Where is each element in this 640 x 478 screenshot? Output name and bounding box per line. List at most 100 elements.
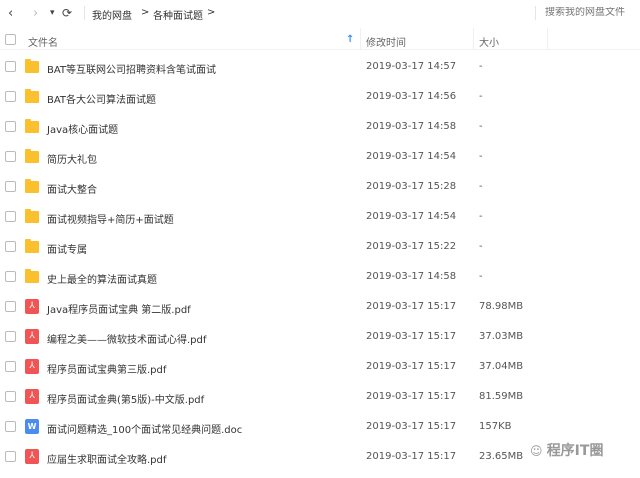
forward-button[interactable]: ›	[33, 6, 38, 21]
folder-icon	[25, 59, 39, 73]
breadcrumb-separator: >	[207, 7, 216, 18]
row-checkbox[interactable]	[5, 211, 16, 222]
back-button[interactable]: ‹	[8, 6, 13, 21]
file-name[interactable]: Java核心面试题	[47, 121, 118, 136]
file-modified-time: 2019-03-17 15:17	[366, 331, 457, 342]
sort-ascending-icon[interactable]: ↑	[346, 34, 354, 45]
column-divider	[473, 28, 474, 50]
file-row[interactable]: BAT等互联网公司招聘资料含笔试面试 2019-03-17 14:57 -	[0, 52, 640, 82]
file-row[interactable]: 面试视频指导+简历+面试题 2019-03-17 14:54 -	[0, 202, 640, 232]
file-modified-time: 2019-03-17 15:17	[366, 421, 457, 432]
file-name[interactable]: 编程之美——微软技术面试心得.pdf	[47, 331, 206, 346]
column-divider	[360, 28, 361, 50]
file-name[interactable]: 面试大整合	[47, 181, 97, 196]
folder-icon	[25, 179, 39, 193]
file-modified-time: 2019-03-17 14:54	[366, 211, 457, 222]
file-modified-time: 2019-03-17 15:22	[366, 241, 457, 252]
file-row[interactable]: 简历大礼包 2019-03-17 14:54 -	[0, 142, 640, 172]
folder-icon	[25, 239, 39, 253]
toolbar: ‹ › ▾ ⟳ 我的网盘 > 各种面试题 >	[0, 0, 640, 27]
folder-icon	[25, 119, 39, 133]
watermark: ☺ 程序IT圈	[530, 443, 604, 459]
column-divider	[547, 28, 548, 50]
row-checkbox[interactable]	[5, 151, 16, 162]
file-name[interactable]: 简历大礼包	[47, 151, 97, 166]
file-size: -	[479, 181, 483, 192]
file-name[interactable]: BAT等互联网公司招聘资料含笔试面试	[47, 61, 216, 76]
file-row[interactable]: 面试大整合 2019-03-17 15:28 -	[0, 172, 640, 202]
file-name[interactable]: 程序员面试宝典第三版.pdf	[47, 361, 166, 376]
file-name[interactable]: 史上最全的算法面试真题	[47, 271, 157, 286]
file-name[interactable]: 面试专属	[47, 241, 87, 256]
file-row[interactable]: W 面试问题精选_100个面试常见经典问题.doc 2019-03-17 15:…	[0, 412, 640, 442]
file-size: 23.65MB	[479, 451, 524, 462]
file-name[interactable]: Java程序员面试宝典 第二版.pdf	[47, 301, 191, 316]
divider	[84, 6, 85, 20]
pdf-icon: ⅄	[25, 449, 39, 464]
pdf-icon: ⅄	[25, 359, 39, 374]
file-size: 157KB	[479, 421, 512, 432]
file-size: 37.03MB	[479, 331, 524, 342]
file-row[interactable]: ⅄ 程序员面试金典(第5版)-中文版.pdf 2019-03-17 15:17 …	[0, 382, 640, 412]
file-modified-time: 2019-03-17 14:54	[366, 151, 457, 162]
refresh-icon[interactable]: ⟳	[62, 6, 72, 20]
file-modified-time: 2019-03-17 14:58	[366, 271, 457, 282]
file-name[interactable]: 面试问题精选_100个面试常见经典问题.doc	[47, 421, 242, 436]
file-row[interactable]: ⅄ 程序员面试宝典第三版.pdf 2019-03-17 15:17 37.04M…	[0, 352, 640, 382]
file-name[interactable]: 面试视频指导+简历+面试题	[47, 211, 174, 226]
folder-icon	[25, 149, 39, 163]
breadcrumb-current-folder[interactable]: 各种面试题	[153, 7, 203, 22]
file-modified-time: 2019-03-17 15:17	[366, 391, 457, 402]
row-checkbox[interactable]	[5, 391, 16, 402]
file-name[interactable]: 应届生求职面试全攻略.pdf	[47, 451, 166, 466]
row-checkbox[interactable]	[5, 421, 16, 432]
pdf-icon: ⅄	[25, 329, 39, 344]
file-modified-time: 2019-03-17 15:17	[366, 301, 457, 312]
history-dropdown-icon[interactable]: ▾	[50, 8, 55, 18]
row-checkbox[interactable]	[5, 451, 16, 462]
file-row[interactable]: BAT各大公司算法面试题 2019-03-17 14:56 -	[0, 82, 640, 112]
file-size: -	[479, 241, 483, 252]
pdf-icon: ⅄	[25, 299, 39, 314]
select-all-checkbox[interactable]	[5, 34, 16, 45]
file-list-header: 文件名 ↑ 修改时间 大小	[0, 28, 640, 50]
file-modified-time: 2019-03-17 14:58	[366, 121, 457, 132]
file-modified-time: 2019-03-17 14:56	[366, 91, 457, 102]
search-input[interactable]	[545, 7, 635, 18]
row-checkbox[interactable]	[5, 91, 16, 102]
row-checkbox[interactable]	[5, 61, 16, 72]
file-modified-time: 2019-03-17 15:17	[366, 451, 457, 462]
column-size[interactable]: 大小	[479, 34, 499, 49]
folder-icon	[25, 269, 39, 283]
row-checkbox[interactable]	[5, 271, 16, 282]
file-row[interactable]: 面试专属 2019-03-17 15:22 -	[0, 232, 640, 262]
file-row[interactable]: Java核心面试题 2019-03-17 14:58 -	[0, 112, 640, 142]
column-modified[interactable]: 修改时间	[366, 34, 406, 49]
file-name[interactable]: BAT各大公司算法面试题	[47, 91, 156, 106]
row-checkbox[interactable]	[5, 361, 16, 372]
row-checkbox[interactable]	[5, 181, 16, 192]
watermark-text: 程序IT圈	[546, 443, 604, 459]
column-name[interactable]: 文件名	[28, 34, 58, 49]
file-size: -	[479, 61, 483, 72]
file-row[interactable]: ⅄ 编程之美——微软技术面试心得.pdf 2019-03-17 15:17 37…	[0, 322, 640, 352]
file-modified-time: 2019-03-17 15:28	[366, 181, 457, 192]
file-size: 78.98MB	[479, 301, 524, 312]
breadcrumb-my-drive[interactable]: 我的网盘	[92, 7, 132, 22]
folder-icon	[25, 89, 39, 103]
file-size: 81.59MB	[479, 391, 524, 402]
file-row[interactable]: 史上最全的算法面试真题 2019-03-17 14:58 -	[0, 262, 640, 292]
row-checkbox[interactable]	[5, 241, 16, 252]
file-size: 37.04MB	[479, 361, 524, 372]
row-checkbox[interactable]	[5, 301, 16, 312]
file-size: -	[479, 211, 483, 222]
file-row[interactable]: ⅄ Java程序员面试宝典 第二版.pdf 2019-03-17 15:17 7…	[0, 292, 640, 322]
file-size: -	[479, 121, 483, 132]
file-size: -	[479, 271, 483, 282]
file-size: -	[479, 151, 483, 162]
row-checkbox[interactable]	[5, 121, 16, 132]
breadcrumb-separator: >	[141, 7, 150, 18]
row-checkbox[interactable]	[5, 331, 16, 342]
doc-icon: W	[25, 419, 39, 434]
file-name[interactable]: 程序员面试金典(第5版)-中文版.pdf	[47, 391, 204, 406]
